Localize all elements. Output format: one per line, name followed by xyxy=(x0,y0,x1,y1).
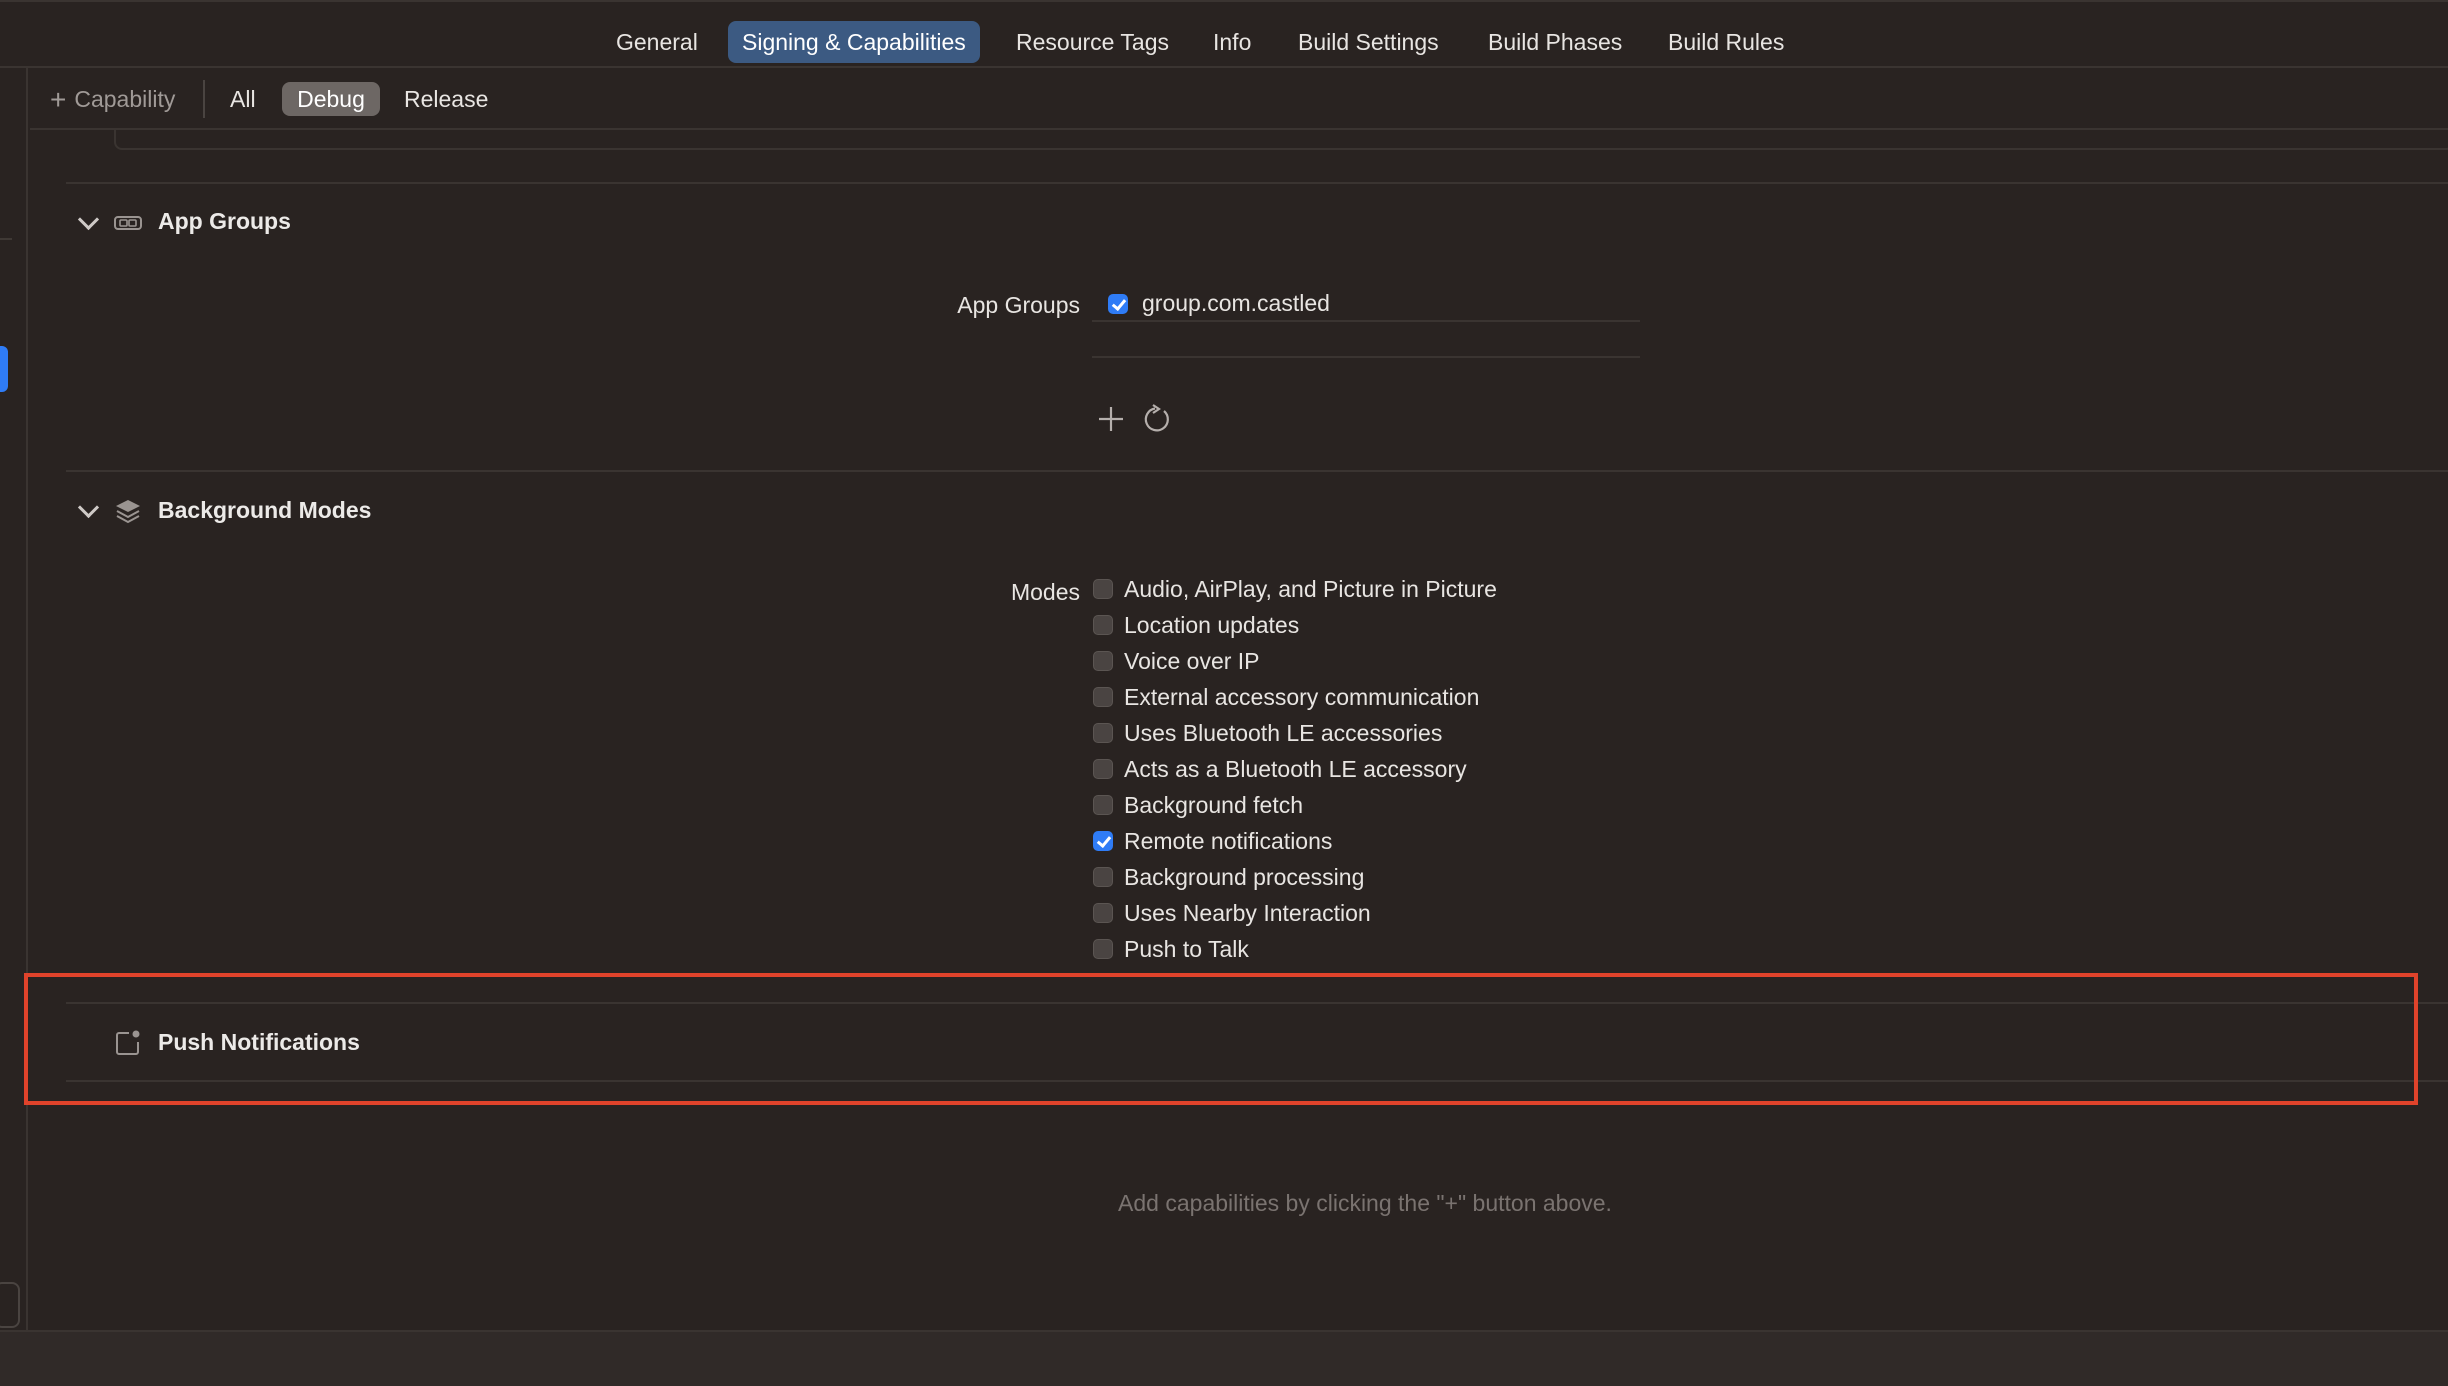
modes-row-label: Modes xyxy=(1010,579,1080,605)
filter-divider xyxy=(203,80,205,118)
chevron-down-icon[interactable] xyxy=(77,208,100,231)
left-rail xyxy=(0,68,28,1330)
selected-target-marker xyxy=(0,346,8,392)
filter-debug-button[interactable]: Debug xyxy=(282,82,380,116)
add-capability-button[interactable]: + Capability xyxy=(50,82,175,116)
section-divider xyxy=(66,182,2448,184)
tab-info[interactable]: Info xyxy=(1199,21,1265,63)
plus-icon: + xyxy=(50,84,67,115)
refresh-icon[interactable] xyxy=(1142,404,1172,434)
add-capabilities-hint: Add capabilities by clicking the "+" but… xyxy=(1118,1190,1612,1216)
background-modes-icon xyxy=(114,497,142,525)
mode-label-bluetooth-central: Uses Bluetooth LE accessories xyxy=(1124,720,1443,746)
mode-label-external-accessory: External accessory communication xyxy=(1124,684,1480,710)
mode-label-remote-notifications: Remote notifications xyxy=(1124,828,1333,854)
mode-checkbox-push-to-talk[interactable] xyxy=(1093,939,1113,959)
previous-capability-box xyxy=(114,128,2448,150)
mode-checkbox-background-fetch[interactable] xyxy=(1093,795,1113,815)
highlight-box xyxy=(24,973,2418,1105)
mode-label-push-to-talk: Push to Talk xyxy=(1124,936,1249,962)
section-divider xyxy=(66,470,2448,472)
mode-checkbox-background-processing[interactable] xyxy=(1093,867,1113,887)
app-group-name: group.com.castled xyxy=(1142,290,1330,316)
app-group-row-divider xyxy=(1092,320,1640,322)
mode-label-bluetooth-peripheral: Acts as a Bluetooth LE accessory xyxy=(1124,756,1467,782)
mode-label-location: Location updates xyxy=(1124,612,1300,638)
add-capability-label: Capability xyxy=(74,86,176,112)
mode-checkbox-remote-notifications[interactable] xyxy=(1093,831,1113,851)
app-group-list-bottom xyxy=(1092,356,1640,358)
mode-label-voip: Voice over IP xyxy=(1124,648,1260,674)
mode-checkbox-voip[interactable] xyxy=(1093,651,1113,671)
background-modes-title: Background Modes xyxy=(158,497,372,523)
app-group-checkbox[interactable] xyxy=(1108,294,1128,314)
app-groups-title: App Groups xyxy=(158,208,291,234)
filter-release-button[interactable]: Release xyxy=(404,82,488,116)
bottom-bar xyxy=(0,1330,2448,1386)
filter-bar xyxy=(30,68,2448,130)
mode-checkbox-audio[interactable] xyxy=(1093,579,1113,599)
app-groups-row-label: App Groups xyxy=(957,292,1080,318)
rail-divider xyxy=(0,238,12,240)
tab-build-phases[interactable]: Build Phases xyxy=(1474,21,1636,63)
mode-label-nearby-interaction: Uses Nearby Interaction xyxy=(1124,900,1371,926)
mode-checkbox-location[interactable] xyxy=(1093,615,1113,635)
tab-build-settings[interactable]: Build Settings xyxy=(1284,21,1453,63)
app-groups-icon xyxy=(114,213,142,233)
filter-all-button[interactable]: All xyxy=(230,82,256,116)
mode-checkbox-external-accessory[interactable] xyxy=(1093,687,1113,707)
rail-bottom-button[interactable] xyxy=(0,1282,20,1328)
mode-checkbox-bluetooth-peripheral[interactable] xyxy=(1093,759,1113,779)
chevron-down-icon[interactable] xyxy=(77,496,100,519)
mode-label-background-processing: Background processing xyxy=(1124,864,1365,890)
tab-signing-capabilities[interactable]: Signing & Capabilities xyxy=(728,21,980,63)
tab-resource-tags[interactable]: Resource Tags xyxy=(1002,21,1183,63)
mode-label-background-fetch: Background fetch xyxy=(1124,792,1304,818)
mode-checkbox-nearby-interaction[interactable] xyxy=(1093,903,1113,923)
add-icon[interactable] xyxy=(1098,406,1124,432)
mode-checkbox-bluetooth-central[interactable] xyxy=(1093,723,1113,743)
mode-label-audio: Audio, AirPlay, and Picture in Picture xyxy=(1124,576,1497,602)
tab-general[interactable]: General xyxy=(602,21,712,63)
tab-build-rules[interactable]: Build Rules xyxy=(1654,21,1798,63)
